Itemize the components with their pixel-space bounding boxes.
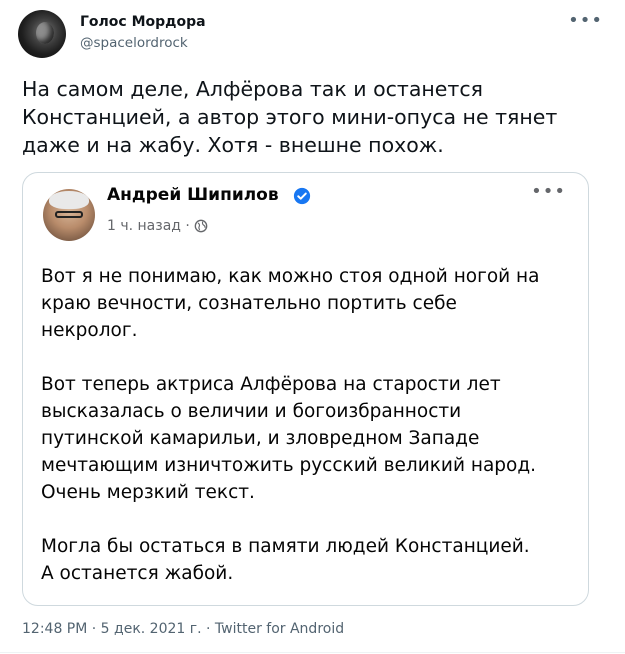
quoted-post-body: Вот я не понимаю, как можно стоя одной н… bbox=[41, 263, 571, 605]
quoted-paragraph: Вот теперь актриса Алфёрова на старости … bbox=[41, 374, 537, 503]
quoted-paragraph: Вот я не понимаю, как можно стоя одной н… bbox=[41, 266, 540, 341]
quoted-post-time[interactable]: 1 ч. назад · bbox=[107, 218, 190, 234]
tweet-text: На самом деле, Алфёрова так и останется … bbox=[22, 77, 558, 157]
author-avatar[interactable] bbox=[18, 10, 66, 58]
author-name[interactable]: Голос Мордора bbox=[80, 14, 206, 30]
quoted-author-avatar[interactable] bbox=[43, 189, 95, 241]
tweet: Голос Мордора @spacelordrock ••• На само… bbox=[0, 0, 625, 654]
tweet-meta: 12:48 PM · 5 дек. 2021 г. · Twitter for … bbox=[22, 621, 345, 637]
avatar-face bbox=[36, 22, 54, 44]
globe-icon bbox=[194, 219, 208, 233]
author-handle[interactable]: @spacelordrock bbox=[80, 35, 188, 51]
quoted-author-name[interactable]: Андрей Шипилов bbox=[107, 185, 279, 205]
more-icon[interactable]: ••• bbox=[568, 12, 603, 30]
divider bbox=[0, 652, 625, 653]
avatar-hair bbox=[49, 191, 89, 209]
quoted-paragraph: Могла бы остаться в памяти людей Констан… bbox=[41, 536, 530, 584]
verified-badge-icon bbox=[293, 187, 311, 205]
avatar-glasses bbox=[55, 211, 83, 218]
quoted-more-icon[interactable]: ••• bbox=[531, 183, 566, 201]
quoted-post-meta: 1 ч. назад · bbox=[107, 218, 208, 234]
quoted-post-card[interactable]: Андрей Шипилов ••• 1 ч. назад · Вот я не… bbox=[22, 172, 589, 606]
